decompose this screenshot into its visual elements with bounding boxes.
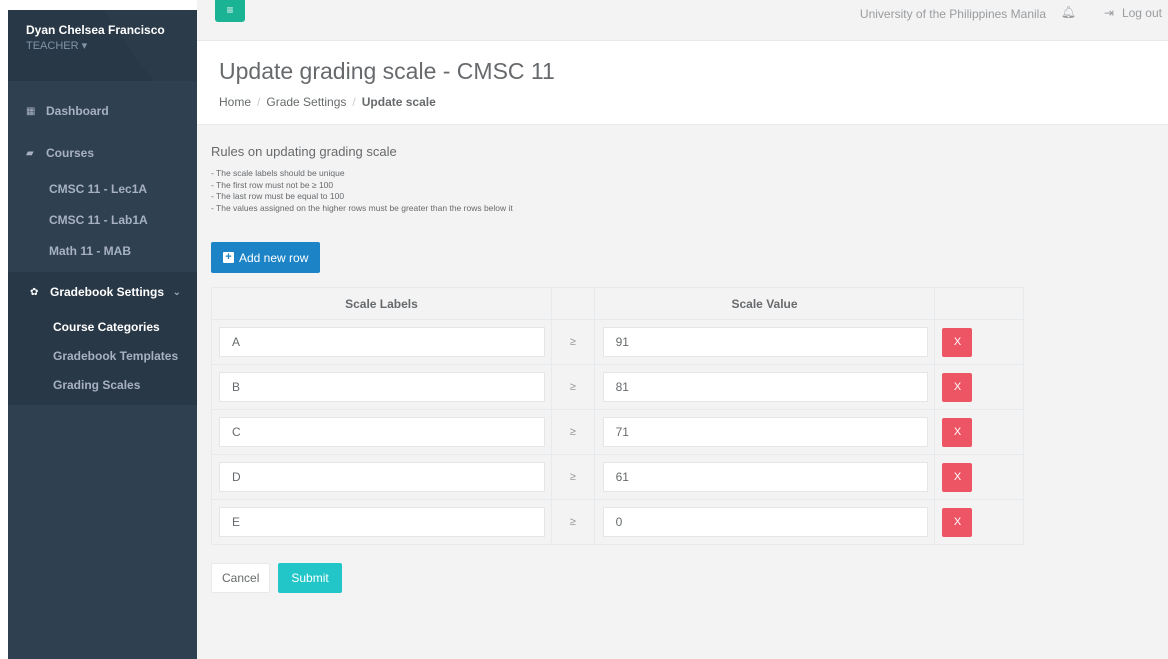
rules-title: Rules on updating grading scale [211,144,397,159]
sidebar: Dyan Chelsea Francisco TEACHER ▾ ▦ Dashb… [8,10,197,659]
breadcrumb-separator: / [257,95,261,109]
breadcrumb-separator: / [352,95,356,109]
sidebar-item-courses[interactable]: ▰ Courses [8,133,197,173]
submit-button[interactable]: Submit [278,563,342,593]
profile-name[interactable]: Dyan Chelsea Francisco [26,23,197,37]
ge-symbol: ≥ [550,454,595,500]
rule-text: - The first row must not be ≥ 100 [211,179,334,190]
sidebar-course-math11-mab[interactable]: Math 11 - MAB [8,235,197,266]
delete-row-button[interactable]: X [942,462,973,492]
bell-icon[interactable]: 🔔︎ [1061,5,1076,19]
breadcrumb: Home / Grade Settings / Update scale [219,95,1168,109]
grid-icon: ▦ [26,105,36,117]
grading-scale-table: Scale Labels Scale Value ≥ X ≥ X ≥ [211,287,1024,545]
scale-label-input[interactable] [219,462,545,492]
rule-text: - The values assigned on the higher rows… [211,202,513,213]
column-header-scale-labels: Scale Labels [211,287,552,320]
chevron-down-icon: ⌄ [172,286,181,298]
scale-label-input[interactable] [219,417,545,447]
rule-text: - The scale labels should be unique [211,168,345,178]
university-label: University of the Philippines Manila [859,7,1046,21]
sidebar-course-cmsc11-lec1a[interactable]: CMSC 11 - Lec1A [8,173,197,204]
gradebook-settings-group: ✿ Gradebook Settings ⌄ Course Categories… [8,272,197,405]
scale-value-input[interactable] [602,462,928,492]
logout-link[interactable]: ⇥ Log out [1104,6,1162,20]
add-new-row-button[interactable]: + Add new row [211,242,321,273]
page-title: Update grading scale - CMSC 11 [219,58,555,84]
breadcrumb-home[interactable]: Home [219,95,251,109]
scale-label-input[interactable] [219,372,545,402]
plus-square-icon: + [223,252,234,263]
logout-icon: ⇥ [1103,6,1114,20]
scale-value-input[interactable] [602,417,928,447]
breadcrumb-grade-settings[interactable]: Grade Settings [266,95,346,109]
sidebar-item-gradebook-settings[interactable]: ✿ Gradebook Settings ⌄ [8,272,197,312]
sidebar-item-dashboard[interactable]: ▦ Dashboard [8,91,197,131]
sidebar-item-course-categories[interactable]: Course Categories [8,312,197,341]
ge-symbol: ≥ [550,409,595,455]
rule-text: - The last row must be equal to 100 [211,191,345,201]
table-row: ≥ X [211,409,1024,455]
add-new-row-label: Add new row [239,250,309,265]
logout-label: Log out [1121,6,1162,20]
scale-value-input[interactable] [602,372,928,402]
ge-symbol: ≥ [550,319,595,365]
sidebar-item-grading-scales[interactable]: Grading Scales [8,370,197,399]
sidebar-item-label: Gradebook Settings [50,285,165,299]
profile-role-dropdown[interactable]: TEACHER ▾ [26,39,197,52]
sidebar-item-label: Courses [46,146,95,160]
page-heading: Update grading scale - CMSC 11 Home / Grad… [197,41,1168,125]
delete-row-button[interactable]: X [942,372,973,402]
ge-symbol: ≥ [550,499,595,545]
cancel-button[interactable]: Cancel [211,563,271,593]
form-actions: Cancel Submit [211,563,1168,593]
sidebar-item-gradebook-templates[interactable]: Gradebook Templates [8,341,197,370]
delete-row-button[interactable]: X [942,507,973,537]
scale-value-input[interactable] [602,507,928,537]
top-navbar: ≡ University of the Philippines Manila 🔔… [197,0,1168,41]
gear-icon: ✿ [30,286,39,298]
column-header-scale-value: Scale Value [593,287,936,320]
table-row: ≥ X [211,364,1024,410]
table-row: ≥ X [211,454,1024,500]
main-content: Rules on updating grading scale - The sc… [197,125,1168,659]
book-icon: ▰ [26,147,34,159]
scale-label-input[interactable] [219,507,545,537]
delete-row-button[interactable]: X [942,327,973,357]
delete-row-button[interactable]: X [942,417,973,447]
column-header-actions [934,287,1024,320]
table-row: ≥ X [211,499,1024,545]
menu-toggle-button[interactable]: ≡ [215,0,245,22]
table-row: ≥ X [211,319,1024,365]
breadcrumb-current: Update scale [361,95,436,109]
sidebar-course-cmsc11-lab1a[interactable]: CMSC 11 - Lab1A [8,204,197,235]
scale-value-input[interactable] [602,327,928,357]
scale-label-input[interactable] [219,327,545,357]
sidebar-item-label: Dashboard [46,104,109,118]
profile-section: Dyan Chelsea Francisco TEACHER ▾ [8,10,197,81]
table-header-row: Scale Labels Scale Value [211,287,1024,320]
column-header-empty [550,287,595,320]
ge-symbol: ≥ [550,364,595,410]
